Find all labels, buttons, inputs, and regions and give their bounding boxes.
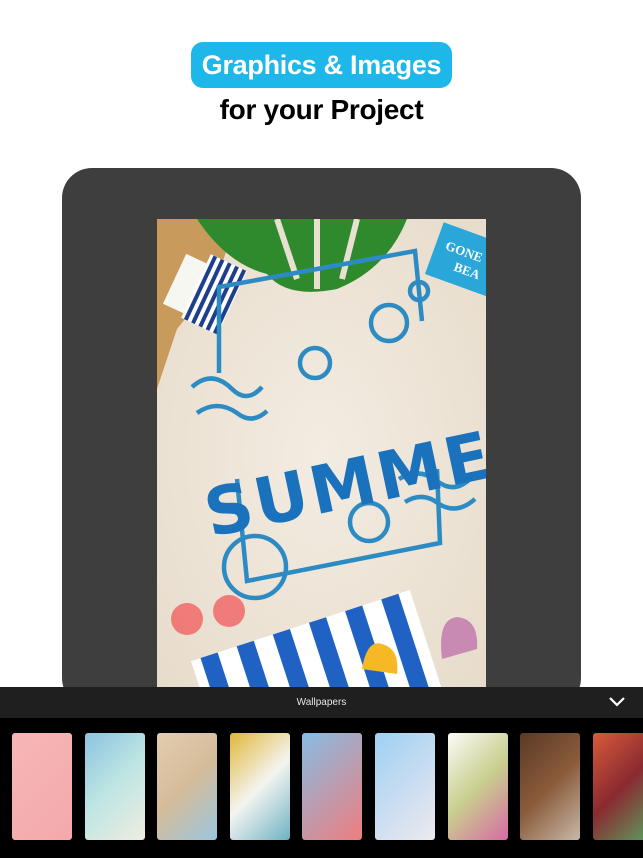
headline-badge: Graphics & Images [191,42,452,88]
wallpaper-thumbnail-tropical-beach[interactable] [84,733,145,840]
headline-subtitle: for your Project [219,94,424,125]
category-title: Wallpapers [296,697,347,708]
category-bar: Wallpapers [0,687,643,718]
wallpaper-thumbnail-bokeh-lights[interactable] [592,733,643,840]
wallpaper-thumbnail-makeup-pouch[interactable] [375,733,435,840]
wallpaper-thumbnail-strip[interactable] [0,718,643,858]
wallpaper-thumbnail-arch-seaview[interactable] [157,733,218,840]
chevron-down-icon[interactable] [609,696,625,708]
wallpaper-thumbnail-join-us-letters[interactable] [302,733,363,840]
wallpaper-thumbnail-food-table[interactable] [520,733,581,840]
summer-poster-image[interactable]: GONE BEA SUMMER [157,219,486,689]
wallpaper-thumbnail-confetti-petals[interactable] [447,733,508,840]
wallpaper-thumbnail-pink-headphones[interactable] [12,733,72,840]
wallpaper-thumbnail-yellow-blue-road[interactable] [229,733,290,840]
